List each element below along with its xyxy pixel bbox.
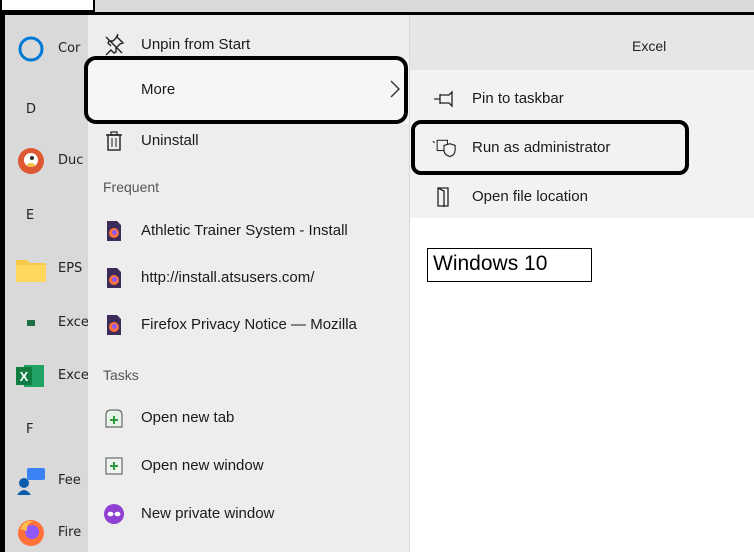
app-list-item-excel[interactable]: X Exce bbox=[5, 355, 95, 399]
app-list-item-firefox[interactable]: Fire bbox=[5, 512, 95, 556]
frequent-heading: Frequent bbox=[103, 179, 160, 195]
cortana-icon bbox=[14, 32, 48, 66]
folder-icon bbox=[14, 252, 48, 286]
app-list-letter-f[interactable]: F bbox=[26, 422, 33, 437]
submenu-item-label: Open file location bbox=[472, 188, 588, 205]
unpin-icon bbox=[103, 34, 125, 56]
app-list-label: Fire bbox=[58, 525, 82, 540]
frequent-item[interactable]: Firefox Privacy Notice — Mozilla bbox=[88, 302, 409, 348]
open-new-window-item[interactable]: Open new window bbox=[88, 443, 409, 489]
uninstall-item[interactable]: Uninstall bbox=[88, 118, 409, 164]
new-tab-icon bbox=[103, 407, 125, 429]
app-list-label: Exce bbox=[58, 368, 89, 383]
firefox-doc-icon bbox=[103, 314, 125, 336]
file-location-icon bbox=[432, 186, 456, 208]
app-list-label: Exce bbox=[58, 315, 89, 330]
firefox-icon bbox=[14, 516, 48, 550]
menu-item-label: Open new tab bbox=[141, 409, 235, 426]
private-window-icon bbox=[103, 503, 125, 525]
menu-item-label: Uninstall bbox=[141, 132, 199, 149]
menu-item-label: Athletic Trainer System - Install bbox=[141, 222, 348, 239]
submenu-item-label: Pin to taskbar bbox=[472, 90, 564, 107]
new-private-window-item[interactable]: New private window bbox=[88, 491, 409, 537]
menu-item-label: Firefox Privacy Notice — Mozilla bbox=[141, 316, 357, 333]
svg-text:X: X bbox=[20, 369, 29, 384]
pin-icon bbox=[432, 88, 456, 110]
firefox-doc-icon bbox=[103, 220, 125, 242]
new-window-icon bbox=[103, 455, 125, 477]
excel-icon: X bbox=[13, 359, 47, 393]
menu-item-label: Open new window bbox=[141, 457, 264, 474]
frequent-item[interactable]: Athletic Trainer System - Install bbox=[88, 208, 409, 254]
pin-to-taskbar-item[interactable]: Pin to taskbar bbox=[410, 76, 754, 122]
menu-item-label: Unpin from Start bbox=[141, 36, 251, 53]
app-list-label: Cor bbox=[58, 41, 81, 56]
app-list-label: Duc bbox=[58, 153, 84, 168]
app-list-letter-e[interactable]: E bbox=[26, 208, 34, 223]
app-list-item-excel-small[interactable]: Exce bbox=[5, 302, 95, 346]
app-list-label: EPS bbox=[58, 261, 83, 276]
feedback-hub-icon bbox=[14, 464, 48, 498]
app-list-item-cortana[interactable]: Cor bbox=[5, 28, 95, 72]
menu-item-label: New private window bbox=[141, 505, 275, 522]
excel-tile-label[interactable]: Excel bbox=[632, 38, 666, 54]
run-as-administrator-annotation-outline bbox=[411, 120, 689, 175]
top-frame-line bbox=[0, 12, 754, 15]
app-list-item-eps[interactable]: EPS bbox=[5, 248, 95, 292]
tasks-heading: Tasks bbox=[103, 367, 139, 383]
more-annotation-outline bbox=[84, 56, 408, 124]
windows-10-annotation-label: Windows 10 bbox=[427, 248, 592, 282]
excel-small-icon bbox=[14, 306, 48, 340]
firefox-doc-icon bbox=[103, 267, 125, 289]
duckduckgo-icon bbox=[14, 144, 48, 178]
top-frame-strip bbox=[0, 0, 95, 12]
app-list-item-duckduckgo[interactable]: Duc bbox=[5, 140, 95, 184]
open-new-tab-item[interactable]: Open new tab bbox=[88, 395, 409, 441]
trash-icon bbox=[103, 130, 125, 152]
app-list-label: Fee bbox=[58, 473, 81, 488]
menu-item-label: http://install.atsusers.com/ bbox=[141, 269, 315, 286]
left-frame-line bbox=[0, 12, 5, 552]
app-list-letter-d[interactable]: D bbox=[26, 102, 36, 117]
frequent-item[interactable]: http://install.atsusers.com/ bbox=[88, 255, 409, 301]
open-file-location-item[interactable]: Open file location bbox=[410, 174, 754, 220]
app-list-item-feedback[interactable]: Fee bbox=[5, 460, 95, 504]
